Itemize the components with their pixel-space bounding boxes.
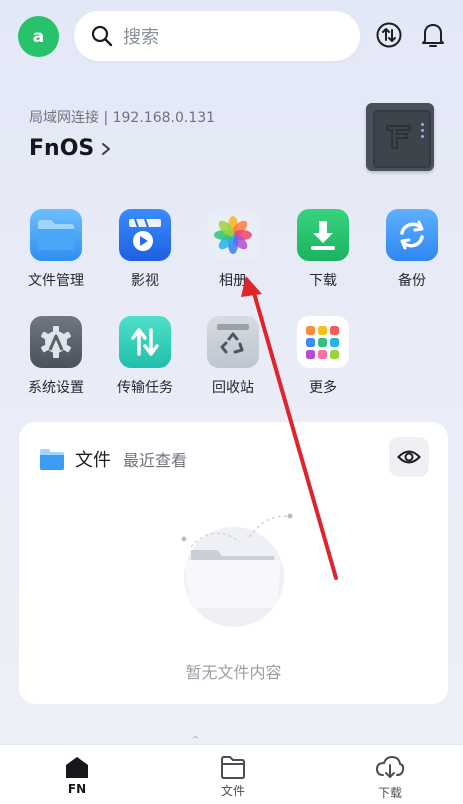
transfer-task-icon [119, 316, 171, 368]
download-icon [297, 209, 349, 261]
app-label: 更多 [309, 380, 337, 396]
nav-label: 下载 [377, 786, 402, 800]
status-led [421, 135, 424, 138]
app-label: 系统设置 [28, 380, 84, 396]
nav-tab-files[interactable]: 文件 [198, 755, 268, 799]
bottom-navigation: FN 文件 下载 [0, 744, 463, 804]
app-download[interactable]: 下载 [283, 209, 363, 290]
device-name-link[interactable]: FnOS [29, 136, 112, 161]
connection-status: 局域网连接 | 192.168.0.131 [29, 110, 216, 126]
recycle-icon [207, 316, 259, 368]
fnos-logo-icon [386, 125, 411, 149]
app-label: 下载 [309, 273, 337, 289]
nas-device-image[interactable] [366, 103, 434, 171]
home-icon [66, 757, 88, 778]
status-led [421, 129, 424, 132]
settings-icon [30, 316, 82, 368]
app-transfer-tasks[interactable]: 传输任务 [105, 316, 185, 397]
search-icon [91, 25, 113, 47]
app-more[interactable]: 更多 [283, 316, 363, 397]
app-settings[interactable]: 系统设置 [16, 316, 96, 397]
backup-icon [386, 209, 438, 261]
device-name: FnOS [29, 136, 95, 161]
avatar-letter: a [32, 26, 45, 47]
app-label: 影视 [131, 273, 159, 289]
recent-files-card: 文件 最近查看 暂无文件内容 [19, 422, 448, 704]
avatar[interactable]: a [18, 16, 59, 57]
search-bar[interactable]: 搜索 [74, 11, 360, 61]
empty-folder-illustration [181, 513, 293, 627]
nav-label: FN [67, 782, 87, 796]
app-label: 备份 [398, 273, 426, 289]
card-title: 文件 [75, 450, 111, 471]
app-label: 传输任务 [117, 380, 173, 396]
app-video[interactable]: 影视 [105, 209, 185, 290]
search-placeholder: 搜索 [123, 27, 159, 48]
nav-tab-home[interactable]: FN [42, 755, 112, 796]
status-led [421, 123, 424, 126]
bell-icon[interactable] [418, 20, 448, 50]
folder-icon [30, 209, 82, 261]
nas-front-panel [373, 110, 431, 168]
app-photos[interactable]: 相册 [193, 209, 273, 290]
video-icon [119, 209, 171, 261]
folder-outline-icon [221, 756, 245, 779]
transfer-icon[interactable] [374, 20, 404, 50]
nav-label: 文件 [220, 784, 245, 798]
empty-state-text: 暂无文件内容 [185, 663, 282, 682]
download-cloud-icon [375, 755, 405, 778]
nav-tab-download[interactable]: 下载 [355, 755, 425, 801]
app-backup[interactable]: 备份 [372, 209, 452, 290]
more-icon [297, 316, 349, 368]
folder-icon [40, 449, 64, 470]
visibility-toggle-button[interactable] [389, 437, 429, 477]
app-label: 相册 [219, 273, 247, 289]
card-header: 文件 最近查看 [39, 446, 187, 472]
app-file-manager[interactable]: 文件管理 [16, 209, 96, 290]
app-label: 文件管理 [28, 273, 84, 289]
card-subtitle: 最近查看 [123, 451, 188, 470]
photos-icon [207, 209, 259, 261]
eye-icon [397, 450, 421, 464]
chevron-right-icon [102, 142, 111, 155]
app-label: 回收站 [212, 380, 254, 396]
app-recycle-bin[interactable]: 回收站 [193, 316, 273, 397]
